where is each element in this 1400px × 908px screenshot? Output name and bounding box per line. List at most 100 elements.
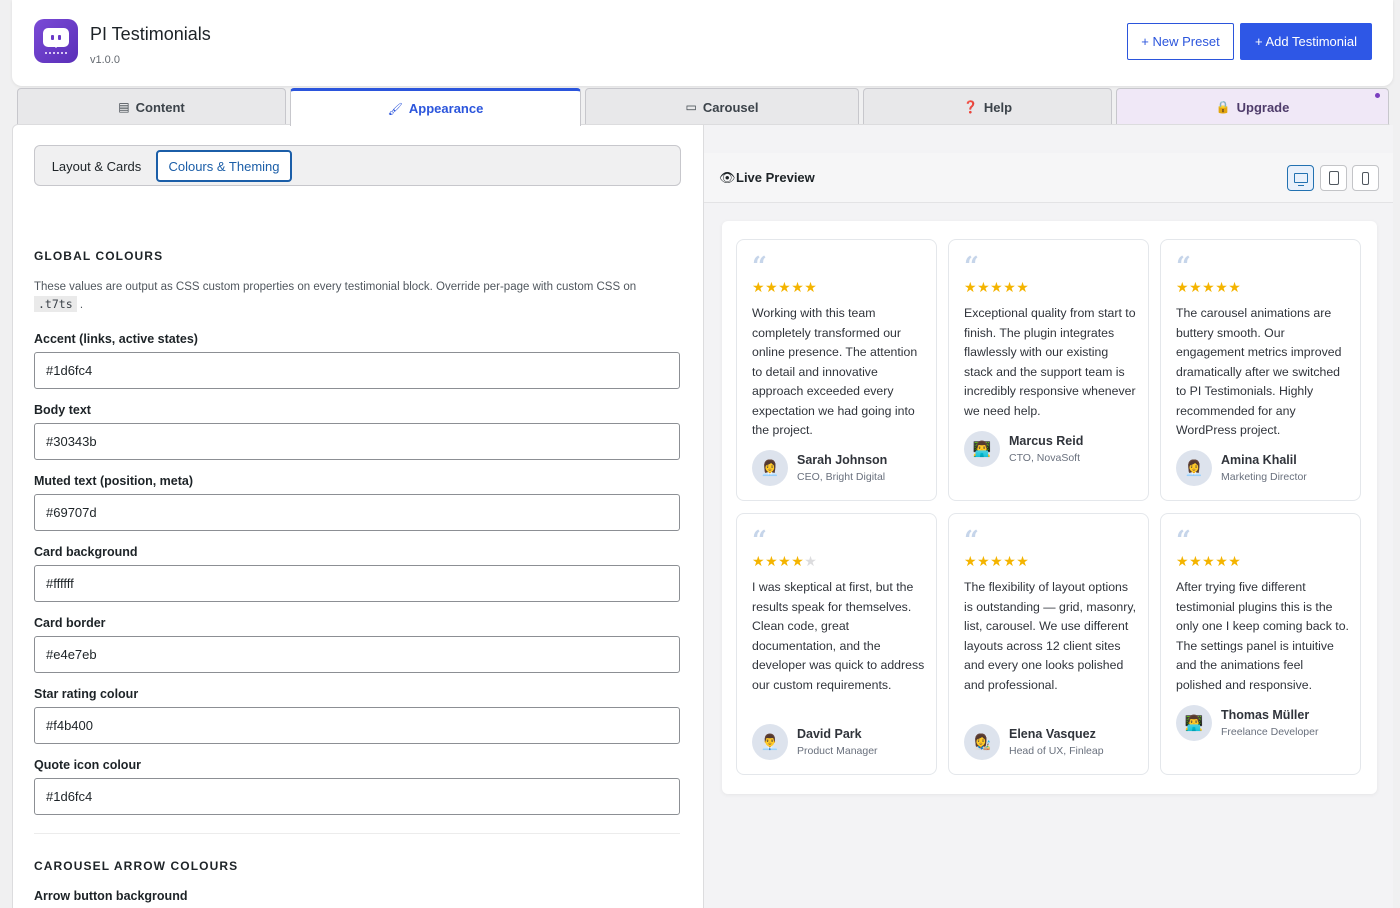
star-filled-icon: ★ <box>990 553 1004 569</box>
avatar: 👩‍💼 <box>752 450 788 486</box>
star-filled-icon: ★ <box>1176 279 1190 295</box>
card-background-label: Card background <box>34 545 138 559</box>
section-description: These values are output as CSS custom pr… <box>34 281 637 312</box>
subtab-layout-cards[interactable]: Layout & Cards <box>39 150 154 182</box>
desktop-view-button[interactable] <box>1287 165 1314 191</box>
accent-label: Accent (links, active states) <box>34 332 198 346</box>
star-rating: ★★★★★ <box>752 553 817 569</box>
app-version: v1.0.0 <box>90 54 120 66</box>
star-filled-icon: ★ <box>977 279 991 295</box>
carousel-icon: ▭ <box>685 100 697 114</box>
star-rating-label: Star rating colour <box>34 687 139 701</box>
star-filled-icon: ★ <box>1215 279 1229 295</box>
quote-icon: “ <box>752 526 767 556</box>
author-role: Marketing Director <box>1221 471 1307 483</box>
star-filled-icon: ★ <box>752 279 766 295</box>
avatar: 👨‍💻 <box>964 431 1000 467</box>
star-filled-icon: ★ <box>1189 553 1203 569</box>
star-rating: ★★★★★ <box>1176 553 1241 569</box>
tab-appearance[interactable]: 🖌 Appearance <box>290 88 581 126</box>
lock-icon: 🔒 <box>1215 100 1231 114</box>
tab-label: Carousel <box>702 99 759 115</box>
description-text: These values are output as CSS custom pr… <box>34 281 637 293</box>
add-testimonial-button[interactable]: + Add Testimonial <box>1240 23 1372 60</box>
muted-text-color-input[interactable] <box>34 494 680 531</box>
testimonial-text: Exceptional quality from start to finish… <box>964 306 1136 418</box>
subtab-colours-theming[interactable]: Colours & Theming <box>156 150 292 182</box>
star-rating: ★★★★★ <box>964 553 1029 569</box>
author-role: CEO, Bright Digital <box>797 471 886 483</box>
accent-color-input[interactable] <box>34 352 680 389</box>
star-filled-icon: ★ <box>765 279 779 295</box>
tab-label: Upgrade <box>1236 99 1290 115</box>
mobile-icon <box>1362 171 1369 185</box>
author-name: David Park <box>797 727 862 741</box>
quote-icon-color-input[interactable] <box>34 778 680 815</box>
avatar: 👩‍💼 <box>1176 450 1212 486</box>
star-rating: ★★★★★ <box>1176 279 1241 295</box>
tab-carousel[interactable]: ▭ Carousel <box>585 88 859 125</box>
tab-label: Appearance <box>408 101 484 116</box>
author-name: Thomas Müller <box>1221 708 1310 722</box>
quote-icon: “ <box>1176 252 1191 282</box>
author-name: Amina Khalil <box>1221 453 1297 467</box>
star-filled-icon: ★ <box>765 553 779 569</box>
star-filled-icon: ★ <box>1202 553 1216 569</box>
card-border-label: Card border <box>34 616 106 630</box>
app-header: PI Testimonials v1.0.0 + New Preset + Ad… <box>12 0 1393 86</box>
new-preset-button[interactable]: + New Preset <box>1127 23 1234 60</box>
star-filled-icon: ★ <box>964 279 978 295</box>
star-filled-icon: ★ <box>1016 553 1030 569</box>
star-filled-icon: ★ <box>990 279 1004 295</box>
preview-canvas: “ ★★★★★ Working with this team completel… <box>722 221 1377 794</box>
star-filled-icon: ★ <box>964 553 978 569</box>
tab-help[interactable]: ❓ Help <box>863 88 1112 125</box>
author-name: Sarah Johnson <box>797 453 888 467</box>
quote-icon: “ <box>964 252 979 282</box>
preview-title: Live Preview <box>736 170 815 185</box>
document-icon: ▤ <box>118 100 130 114</box>
arrow-button-background-label: Arrow button background <box>34 889 188 903</box>
author-role: Freelance Developer <box>1221 726 1319 738</box>
tab-label: Help <box>983 99 1013 115</box>
body-text-color-input[interactable] <box>34 423 680 460</box>
mobile-view-button[interactable] <box>1352 165 1379 191</box>
testimonial-card: “ ★★★★★ The carousel animations are butt… <box>1160 239 1361 501</box>
desktop-icon <box>1293 173 1308 186</box>
muted-text-label: Muted text (position, meta) <box>34 474 194 488</box>
tab-label: Content <box>135 99 185 115</box>
star-filled-icon: ★ <box>791 279 805 295</box>
testimonial-text: I was skeptical at first, but the result… <box>752 580 925 692</box>
tab-content[interactable]: ▤ Content <box>17 88 286 125</box>
avatar: 👨‍💼 <box>752 724 788 760</box>
main-panel: Layout & Cards Colours & Theming GLOBAL … <box>12 124 1393 908</box>
tablet-view-button[interactable] <box>1320 165 1347 191</box>
body-text-label: Body text <box>34 403 91 417</box>
eye-icon: 👁 <box>719 170 736 185</box>
settings-panel: Layout & Cards Colours & Theming GLOBAL … <box>13 125 703 908</box>
star-rating: ★★★★★ <box>752 279 817 295</box>
avatar: 👩‍🎨 <box>964 724 1000 760</box>
testimonial-text: Working with this team completely transf… <box>752 306 918 437</box>
section-title-global-colours: GLOBAL COLOURS <box>34 249 164 263</box>
card-background-color-input[interactable] <box>34 565 680 602</box>
quote-icon: “ <box>964 526 979 556</box>
tab-upgrade[interactable]: 🔒 Upgrade <box>1116 88 1389 125</box>
tablet-icon <box>1328 171 1339 185</box>
testimonial-text: The carousel animations are buttery smoo… <box>1176 306 1342 437</box>
star-filled-icon: ★ <box>778 279 792 295</box>
section-title-carousel-arrows: CAROUSEL ARROW COLOURS <box>34 859 239 873</box>
star-filled-icon: ★ <box>1016 279 1030 295</box>
notification-dot <box>1375 93 1380 98</box>
star-filled-icon: ★ <box>752 553 766 569</box>
star-filled-icon: ★ <box>791 553 805 569</box>
live-preview-panel: 👁 Live Preview “ ★★★★★ Working with this… <box>704 125 1393 908</box>
star-rating-color-input[interactable] <box>34 707 680 744</box>
author-role: Head of UX, Finleap <box>1009 745 1104 757</box>
quote-icon: “ <box>1176 526 1191 556</box>
testimonial-card: “ ★★★★★ I was skeptical at first, but th… <box>736 513 937 775</box>
testimonial-card: “ ★★★★★ Working with this team completel… <box>736 239 937 501</box>
avatar: 👨‍💻 <box>1176 705 1212 741</box>
preview-header: 👁 Live Preview <box>704 153 1393 203</box>
card-border-color-input[interactable] <box>34 636 680 673</box>
